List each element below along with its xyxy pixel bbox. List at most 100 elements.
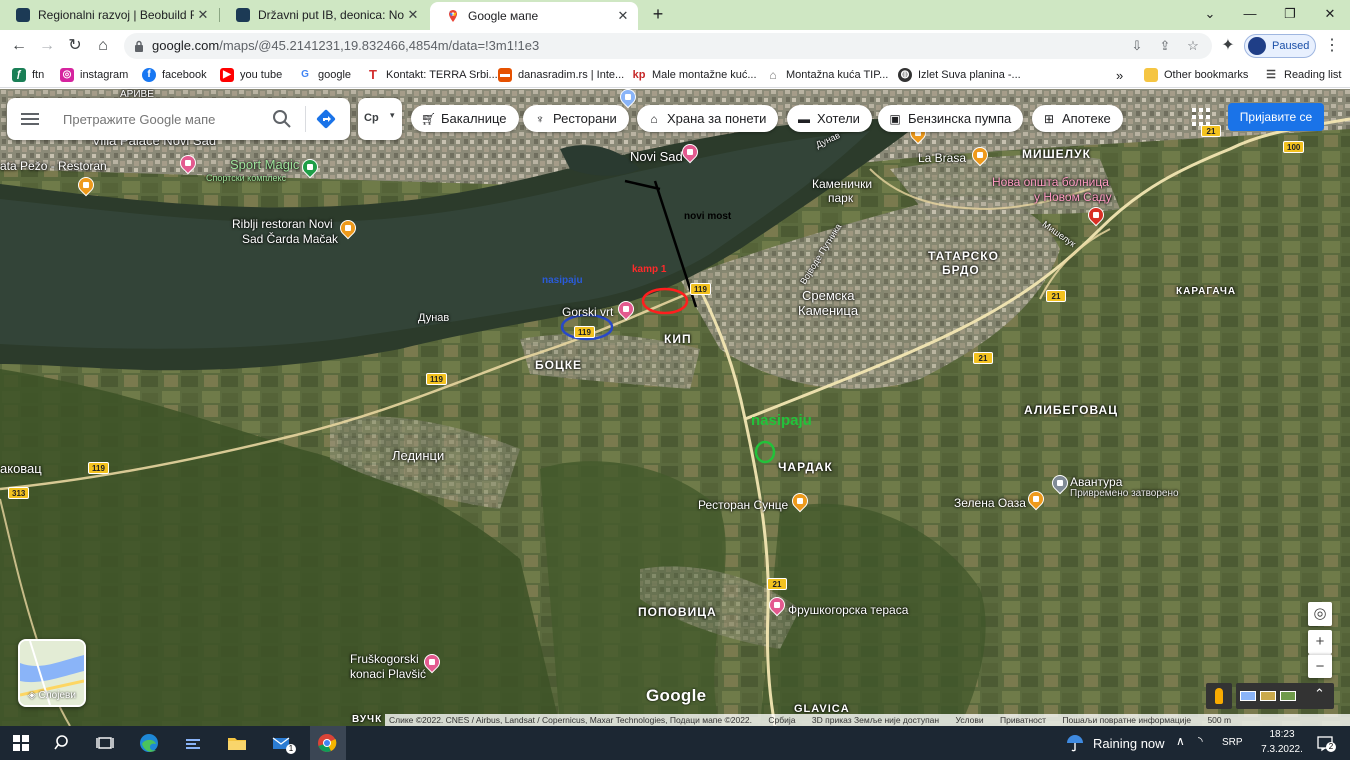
label-novi-sad[interactable]: Novi Sad — [630, 149, 683, 164]
bookmark-google[interactable]: Ggoogle — [298, 62, 351, 88]
wifi-icon[interactable]: ◝ — [1198, 734, 1203, 748]
thumb-satellite-icon[interactable] — [1280, 691, 1296, 701]
back-arrow-icon[interactable]: ← — [8, 35, 30, 57]
my-location-icon[interactable]: ◎ — [1308, 602, 1332, 626]
traffic-layer-button[interactable]: Cр ▾ — [358, 98, 402, 140]
thumb-terrain-icon[interactable] — [1260, 691, 1276, 701]
bookmark-youtube[interactable]: ▶ you tube — [220, 62, 282, 88]
other-bookmarks[interactable]: Other bookmarks — [1144, 62, 1248, 88]
map-canvas[interactable]: Villa Palace Novi Sad ata Pežo - Restora… — [0, 89, 1350, 726]
label-konaci-1[interactable]: Fruškogorski — [350, 652, 419, 666]
tab-google-maps[interactable]: Google мапе ✕ — [430, 2, 638, 30]
profile-button[interactable]: Paused — [1244, 34, 1316, 58]
hamburger-menu-icon[interactable] — [21, 110, 39, 128]
maps-search-input[interactable] — [63, 109, 263, 129]
edge-icon[interactable] — [138, 732, 160, 754]
restore-icon[interactable]: ❐ — [1274, 0, 1306, 30]
app-icon[interactable] — [182, 732, 204, 754]
weather-label[interactable]: Raining now — [1093, 736, 1165, 751]
bookmark-terra[interactable]: T Kontakt: TERRA Srbi... — [366, 62, 498, 88]
search-icon[interactable] — [271, 108, 293, 130]
window-close-icon[interactable]: ✕ — [1314, 0, 1346, 30]
new-tab-button[interactable]: + — [648, 4, 668, 24]
language-indicator[interactable]: SRP — [1222, 737, 1243, 748]
reading-list-icon: ☰ — [1264, 68, 1278, 82]
chip-hotels[interactable]: ▬ Хотели — [787, 105, 872, 132]
tab-beobuild[interactable]: Regionalni razvoj | Beobuild Foru ✕ — [0, 0, 218, 30]
bookmark-facebook[interactable]: f facebook — [142, 62, 207, 88]
tab-drzavni-put[interactable]: Državni put IB, deonica: Novi Sad ✕ — [220, 0, 428, 30]
label-restoran-sunce[interactable]: Ресторан Сунце — [698, 498, 788, 512]
imagery-thumbnails[interactable]: ⌃ — [1236, 683, 1334, 709]
label-zelena-oaza[interactable]: Зелена Оаза — [954, 496, 1026, 510]
terra-icon: T — [366, 68, 380, 82]
chip-groceries[interactable]: 🛒︎ Бакалнице — [411, 105, 519, 132]
taskbar-search-icon[interactable] — [52, 732, 74, 754]
directions-icon[interactable] — [315, 108, 337, 130]
tab-search-chevron-icon[interactable]: ⌄ — [1194, 0, 1226, 30]
label-peso-restoran[interactable]: ata Pežo - Restoran — [0, 159, 107, 173]
thumb-map-icon[interactable] — [1240, 691, 1256, 701]
bookmark-kp[interactable]: kp Male montažne kuć... — [632, 62, 757, 88]
google-apps-icon[interactable] — [1192, 108, 1210, 126]
close-tab-icon[interactable]: ✕ — [404, 7, 422, 23]
reload-icon[interactable]: ↻ — [64, 35, 86, 57]
bookmark-instagram[interactable]: ◎ instagram — [60, 62, 128, 88]
label-avantura[interactable]: Авантура — [1070, 475, 1122, 489]
label-kamenicki-park-1[interactable]: Каменички — [812, 177, 872, 191]
forward-arrow-icon[interactable]: → — [36, 35, 58, 57]
clock-time[interactable]: 18:23 — [1252, 729, 1312, 740]
sign-in-button[interactable]: Пријавите се — [1228, 103, 1324, 131]
attribution-country[interactable]: Србија — [768, 715, 795, 725]
chip-takeout[interactable]: ⌂ Храна за понети — [637, 105, 779, 132]
extensions-puzzle-icon[interactable]: ✦ — [1217, 35, 1239, 57]
chrome-icon[interactable] — [316, 732, 338, 754]
label-la-brasa[interactable]: La Brasa — [918, 151, 966, 165]
street-view-pegman-icon[interactable] — [1206, 683, 1232, 709]
expand-chevron-icon[interactable]: ⌃ — [1314, 686, 1325, 702]
zoom-out-button[interactable]: − — [1308, 654, 1332, 678]
bookmark-star-icon[interactable]: ☆ — [1184, 37, 1202, 55]
close-tab-icon[interactable]: ✕ — [614, 8, 632, 24]
browser-menu-icon[interactable]: ⋮ — [1324, 35, 1340, 57]
label-sport-magic[interactable]: Sport Magic — [230, 157, 299, 172]
file-explorer-icon[interactable] — [226, 732, 248, 754]
label-riblji-restoran-2[interactable]: Sad Čarda Mačak — [242, 232, 338, 246]
chip-pharmacies[interactable]: ⊞ Апотеке — [1032, 105, 1123, 132]
road-shield-100: 100 — [1283, 141, 1305, 153]
tray-chevron-icon[interactable]: ∧ — [1176, 734, 1185, 748]
attribution-feedback[interactable]: Пошаљи повратне информације — [1062, 715, 1191, 725]
zoom-in-button[interactable]: + — [1308, 630, 1332, 654]
bookmark-izlet[interactable]: ◍ Izlet Suva planina -... — [898, 62, 1021, 88]
bookmark-montazna[interactable]: ⌂ Montažna kuća TIP... — [766, 62, 888, 88]
label-kamenicki-park-2[interactable]: парк — [828, 191, 853, 205]
share-icon[interactable]: ⇪ — [1156, 37, 1174, 55]
layers-button[interactable]: ◈ Слојеви — [18, 639, 86, 707]
minimize-icon[interactable]: — — [1234, 0, 1266, 30]
label-fruskogorska-terasa[interactable]: Фрушкогорска тераса — [788, 603, 908, 617]
folder-icon — [1144, 68, 1158, 82]
bookmark-ftn[interactable]: ƒ ftn — [12, 62, 44, 88]
label-konaci-2[interactable]: konaci Plavšić — [350, 667, 426, 681]
annotation-kamp-1: kamp 1 — [632, 264, 667, 275]
chip-gas-stations[interactable]: ▣ Бензинска пумпа — [878, 105, 1024, 132]
bookmark-danasradim[interactable]: ▬ danasradim.rs | Inte... — [498, 62, 624, 88]
bookmarks-overflow-icon[interactable]: » — [1116, 62, 1123, 88]
attribution-terms[interactable]: Услови — [955, 715, 983, 725]
label-bolnica-1[interactable]: Нова општа болница — [992, 175, 1109, 189]
install-app-icon[interactable]: ⇩ — [1128, 37, 1146, 55]
attribution-privacy[interactable]: Приватност — [1000, 715, 1046, 725]
weather-rain-icon[interactable] — [1064, 732, 1086, 754]
scale-bar[interactable]: 500 m — [1207, 715, 1231, 725]
address-bar[interactable]: google.com/maps/@45.2141231,19.832466,48… — [124, 33, 1212, 59]
label-bolnica-2[interactable]: у Новом Саду — [1034, 190, 1112, 204]
home-icon[interactable]: ⌂ — [92, 35, 114, 57]
label-riblji-restoran-1[interactable]: Riblji restoran Novi — [232, 217, 333, 231]
task-view-icon[interactable] — [94, 732, 116, 754]
clock-date[interactable]: 7.3.2022. — [1252, 744, 1312, 755]
close-tab-icon[interactable]: ✕ — [194, 7, 212, 23]
chip-restaurants[interactable]: ♆ Ресторани — [523, 105, 629, 132]
reading-list[interactable]: ☰ Reading list — [1264, 62, 1341, 88]
windows-start-icon[interactable] — [10, 732, 32, 754]
label-gorski-vrt[interactable]: Gorski vrt — [562, 305, 613, 319]
